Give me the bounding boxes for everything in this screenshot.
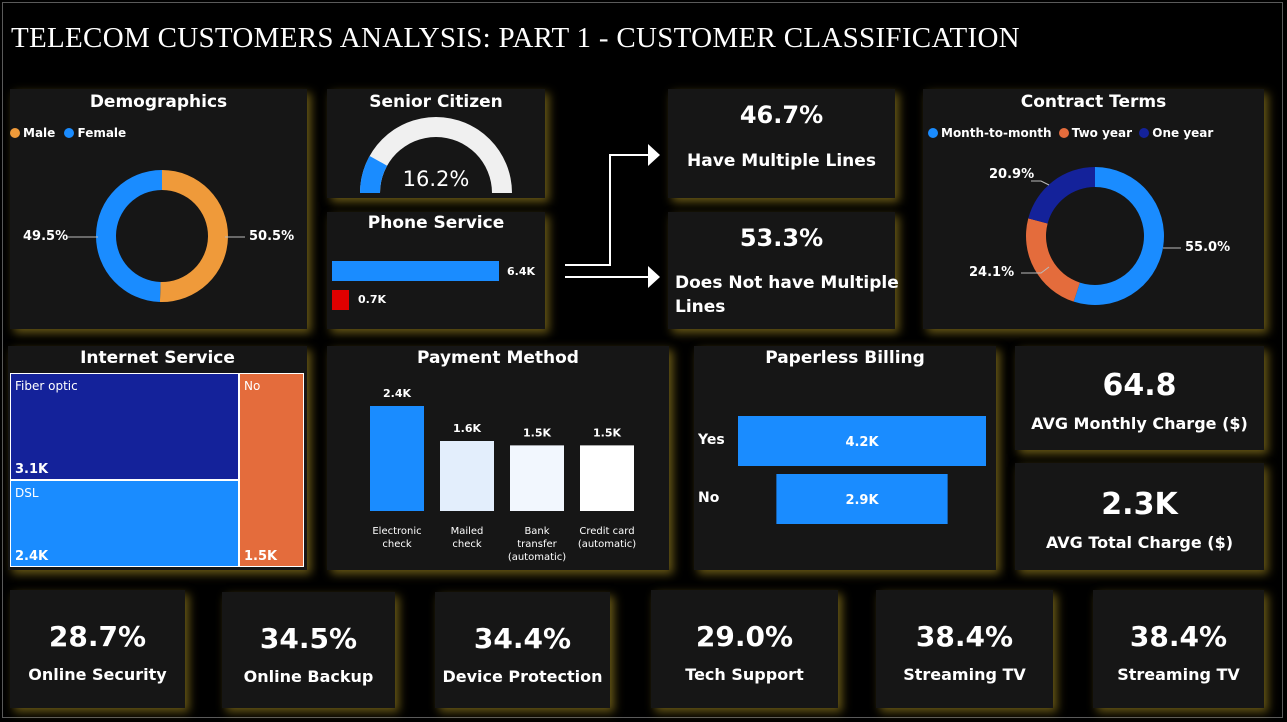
payment-category-label-3: (automatic) (578, 539, 636, 550)
kpi-value: 38.4% (1129, 620, 1228, 653)
kpi-value: 29.0% (695, 620, 794, 653)
avg-total-label: AVG Total Charge ($) (1045, 533, 1234, 552)
demographics-card[interactable]: Demographics Male Female 49.5% 50.5% (10, 89, 307, 329)
have-multiple-lines-pct: 46.7% (739, 101, 824, 129)
avg-total-value: 2.3K (1101, 487, 1178, 522)
payment-value-label-1: 1.6K (453, 422, 481, 435)
no-multiple-lines-card[interactable]: 53.3% Does Not have Multiple Lines (668, 212, 899, 329)
avg-monthly-card[interactable]: 64.8 AVG Monthly Charge ($) (1015, 346, 1264, 450)
payment-category-label-0: check (382, 539, 411, 550)
fiber-value: 3.1K (15, 462, 49, 477)
donut-slice-female[interactable] (95, 170, 162, 302)
senior-citizen-card[interactable]: Senior Citizen 16.2% (327, 89, 545, 198)
kpi-online-backup[interactable]: 34.5% Online Backup (222, 592, 395, 708)
paperless-funnel[interactable]: 4.2K 2.9K (694, 346, 996, 570)
paperless-value-label-1: 2.9K (845, 493, 879, 508)
kpi-value: 28.7% (48, 620, 147, 653)
kpi-tech-support[interactable]: 29.0% Tech Support (651, 590, 838, 708)
kpi-online-security[interactable]: 28.7% Online Security (10, 590, 185, 708)
payment-value-label-3: 1.5K (593, 426, 621, 439)
payment-category-label-0: Electronic (372, 526, 421, 537)
arrow-up-head (648, 144, 660, 166)
kpi-label: Tech Support (685, 665, 804, 684)
payment-value-label-0: 2.4K (383, 387, 411, 400)
avg-total-card[interactable]: 2.3K AVG Total Charge ($) (1015, 463, 1264, 570)
phone-bar-yes[interactable] (332, 261, 499, 281)
no-multiple-lines-label-2: Lines (675, 297, 726, 317)
flow-arrows (565, 144, 660, 288)
donut-slice-two-year[interactable] (1026, 218, 1080, 302)
male-pct-label: 50.5% (249, 229, 295, 244)
paperless-value-label-0: 4.2K (845, 435, 879, 450)
kpi-value: 34.5% (259, 622, 358, 655)
fiber-name: Fiber optic (15, 379, 78, 393)
have-multiple-lines-label: Have Multiple Lines (687, 151, 876, 171)
have-multiple-lines-card[interactable]: 46.7% Have Multiple Lines (668, 89, 895, 198)
payment-bar-0[interactable] (370, 406, 424, 511)
kpi-label: Online Backup (243, 667, 374, 686)
internet-service-card[interactable]: Internet Service Fiber optic 3.1K DSL 2.… (8, 346, 307, 570)
treemap-fiber[interactable]: Fiber optic 3.1K (10, 373, 239, 480)
kpi-device-protection[interactable]: 34.4% Device Protection (435, 592, 610, 708)
treemap-no[interactable]: No 1.5K (239, 373, 304, 567)
no-value: 1.5K (244, 549, 278, 564)
avg-monthly-label: AVG Monthly Charge ($) (1031, 414, 1248, 433)
payment-category-label-2: (automatic) (508, 552, 566, 563)
kpi-value: 38.4% (915, 620, 1014, 653)
page-title: TELECOM CUSTOMERS ANALYSIS: PART 1 - CUS… (11, 22, 1020, 54)
payment-value-label-2: 1.5K (523, 426, 551, 439)
one-year-pct-label: 20.9% (989, 167, 1035, 182)
phone-service-card[interactable]: Phone Service 6.4K 0.7K (327, 212, 545, 329)
contract-terms-card[interactable]: Contract Terms Month-to-month Two year O… (923, 89, 1264, 329)
mtm-pct-label: 55.0% (1185, 240, 1231, 255)
payment-method-card[interactable]: Payment Method 2.4K Electronic check 1.6K Ma… (327, 346, 669, 570)
payment-category-label-2: Bank (524, 526, 549, 537)
demographics-donut[interactable] (10, 89, 307, 329)
kpi-value: 34.4% (473, 622, 572, 655)
phone-no-label: 0.7K (358, 293, 387, 306)
kpi-streaming-tv-2[interactable]: 38.4% Streaming TV (1093, 590, 1264, 708)
payment-category-label-2: transfer (517, 539, 557, 550)
kpi-label: Device Protection (442, 667, 603, 686)
phone-bar-no[interactable] (332, 290, 349, 310)
no-name: No (244, 379, 261, 393)
payment-category-label-3: Credit card (579, 526, 634, 537)
female-pct-label: 49.5% (23, 229, 69, 244)
contract-donut[interactable] (923, 89, 1264, 329)
donut-slice-male[interactable] (159, 170, 228, 302)
payment-bar-2[interactable] (510, 445, 564, 511)
arrow-up-line (565, 154, 652, 266)
kpi-label: Streaming TV (903, 665, 1026, 684)
senior-value: 16.2% (402, 167, 470, 191)
kpi-label: Streaming TV (1117, 665, 1240, 684)
dsl-value: 2.4K (15, 549, 49, 564)
payment-bar-3[interactable] (580, 445, 634, 511)
treemap-dsl[interactable]: DSL 2.4K (10, 480, 239, 567)
donut-slice-one-year[interactable] (1028, 167, 1095, 224)
paperless-billing-card[interactable]: Paperless Billing Yes No 4.2K 2.9K (694, 346, 996, 570)
two-year-pct-label: 24.1% (969, 265, 1015, 280)
payment-method-chart[interactable]: 2.4K Electronic check 1.6K Mailed check 1.5K Ba… (327, 346, 669, 570)
arrow-right-head (648, 266, 660, 288)
phone-yes-label: 6.4K (507, 265, 536, 278)
payment-bar-1[interactable] (440, 441, 494, 511)
internet-service-title: Internet Service (80, 348, 235, 368)
donut-slice-month-to-month[interactable] (1073, 167, 1164, 305)
kpi-label: Online Security (28, 665, 167, 684)
payment-category-label-1: Mailed (451, 526, 484, 537)
avg-monthly-value: 64.8 (1102, 368, 1177, 403)
dsl-name: DSL (15, 486, 39, 500)
kpi-streaming-tv[interactable]: 38.4% Streaming TV (876, 590, 1053, 708)
no-multiple-lines-label-1: Does Not have Multiple (675, 273, 899, 293)
no-multiple-lines-pct: 53.3% (739, 224, 824, 252)
payment-category-label-1: check (452, 539, 481, 550)
